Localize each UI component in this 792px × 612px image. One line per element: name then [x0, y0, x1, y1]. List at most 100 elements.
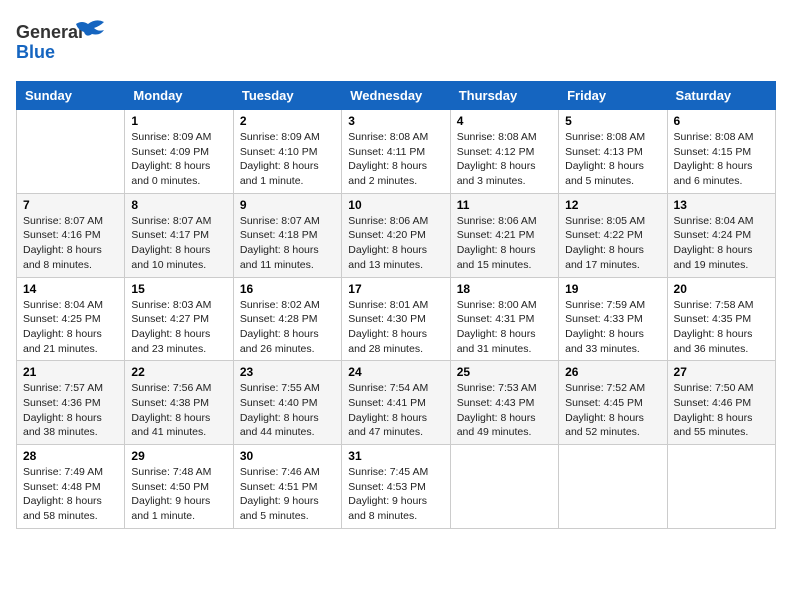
day-number: 1	[131, 114, 226, 128]
day-info: Sunrise: 7:46 AMSunset: 4:51 PMDaylight:…	[240, 465, 335, 524]
day-cell: 26 Sunrise: 7:52 AMSunset: 4:45 PMDayligh…	[559, 361, 667, 445]
weekday-header-sunday: Sunday	[17, 82, 125, 110]
day-cell: 9 Sunrise: 8:07 AMSunset: 4:18 PMDaylight…	[233, 193, 341, 277]
day-number: 15	[131, 282, 226, 296]
day-info: Sunrise: 7:49 AMSunset: 4:48 PMDaylight:…	[23, 465, 118, 524]
day-cell: 7 Sunrise: 8:07 AMSunset: 4:16 PMDaylight…	[17, 193, 125, 277]
weekday-header-monday: Monday	[125, 82, 233, 110]
day-info: Sunrise: 8:04 AMSunset: 4:24 PMDaylight:…	[674, 214, 769, 273]
day-number: 24	[348, 365, 443, 379]
day-info: Sunrise: 8:07 AMSunset: 4:18 PMDaylight:…	[240, 214, 335, 273]
day-number: 6	[674, 114, 769, 128]
day-cell: 20Sunrise: 7:58 AMSunset: 4:35 PMDayligh…	[667, 277, 775, 361]
day-number: 22	[131, 365, 226, 379]
day-cell: 27 Sunrise: 7:50 AMSunset: 4:46 PMDayligh…	[667, 361, 775, 445]
day-cell: 28 Sunrise: 7:49 AMSunset: 4:48 PMDayligh…	[17, 445, 125, 529]
day-info: Sunrise: 8:09 AMSunset: 4:09 PMDaylight:…	[131, 130, 226, 189]
day-number: 10	[348, 198, 443, 212]
day-number: 28	[23, 449, 118, 463]
day-info: Sunrise: 8:03 AMSunset: 4:27 PMDaylight:…	[131, 298, 226, 357]
svg-text:Blue: Blue	[16, 42, 55, 62]
day-cell: 31 Sunrise: 7:45 AMSunset: 4:53 PMDayligh…	[342, 445, 450, 529]
day-number: 29	[131, 449, 226, 463]
day-number: 8	[131, 198, 226, 212]
weekday-header-tuesday: Tuesday	[233, 82, 341, 110]
day-cell: 10 Sunrise: 8:06 AMSunset: 4:20 PMDayligh…	[342, 193, 450, 277]
day-number: 23	[240, 365, 335, 379]
day-info: Sunrise: 8:02 AMSunset: 4:28 PMDaylight:…	[240, 298, 335, 357]
day-cell: 11 Sunrise: 8:06 AMSunset: 4:21 PMDayligh…	[450, 193, 558, 277]
day-cell: 21 Sunrise: 7:57 AMSunset: 4:36 PMDayligh…	[17, 361, 125, 445]
day-number: 4	[457, 114, 552, 128]
day-cell: 15 Sunrise: 8:03 AMSunset: 4:27 PMDayligh…	[125, 277, 233, 361]
day-number: 17	[348, 282, 443, 296]
day-cell: 3Sunrise: 8:08 AMSunset: 4:11 PMDaylight…	[342, 110, 450, 194]
day-number: 9	[240, 198, 335, 212]
day-info: Sunrise: 8:07 AMSunset: 4:16 PMDaylight:…	[23, 214, 118, 273]
day-cell: 18 Sunrise: 8:00 AMSunset: 4:31 PMDayligh…	[450, 277, 558, 361]
day-cell: 5 Sunrise: 8:08 AMSunset: 4:13 PMDaylight…	[559, 110, 667, 194]
day-cell: 13 Sunrise: 8:04 AMSunset: 4:24 PMDayligh…	[667, 193, 775, 277]
day-info: Sunrise: 7:57 AMSunset: 4:36 PMDaylight:…	[23, 381, 118, 440]
day-info: Sunrise: 8:08 AMSunset: 4:13 PMDaylight:…	[565, 130, 660, 189]
weekday-header-row: SundayMondayTuesdayWednesdayThursdayFrid…	[17, 82, 776, 110]
day-number: 31	[348, 449, 443, 463]
day-info: Sunrise: 7:58 AMSunset: 4:35 PMDaylight:…	[674, 298, 769, 357]
day-number: 26	[565, 365, 660, 379]
week-row-2: 7 Sunrise: 8:07 AMSunset: 4:16 PMDaylight…	[17, 193, 776, 277]
week-row-5: 28 Sunrise: 7:49 AMSunset: 4:48 PMDayligh…	[17, 445, 776, 529]
day-cell	[450, 445, 558, 529]
day-cell	[559, 445, 667, 529]
day-cell: 6 Sunrise: 8:08 AMSunset: 4:15 PMDaylight…	[667, 110, 775, 194]
day-number: 3	[348, 114, 443, 128]
day-info: Sunrise: 8:06 AMSunset: 4:20 PMDaylight:…	[348, 214, 443, 273]
week-row-1: 1 Sunrise: 8:09 AMSunset: 4:09 PMDaylight…	[17, 110, 776, 194]
day-info: Sunrise: 8:01 AMSunset: 4:30 PMDaylight:…	[348, 298, 443, 357]
day-info: Sunrise: 8:00 AMSunset: 4:31 PMDaylight:…	[457, 298, 552, 357]
day-cell: 2 Sunrise: 8:09 AMSunset: 4:10 PMDaylight…	[233, 110, 341, 194]
day-info: Sunrise: 8:07 AMSunset: 4:17 PMDaylight:…	[131, 214, 226, 273]
day-number: 18	[457, 282, 552, 296]
day-cell: 24 Sunrise: 7:54 AMSunset: 4:41 PMDayligh…	[342, 361, 450, 445]
day-number: 11	[457, 198, 552, 212]
day-info: Sunrise: 8:06 AMSunset: 4:21 PMDaylight:…	[457, 214, 552, 273]
day-info: Sunrise: 8:09 AMSunset: 4:10 PMDaylight:…	[240, 130, 335, 189]
day-cell: 30 Sunrise: 7:46 AMSunset: 4:51 PMDayligh…	[233, 445, 341, 529]
day-number: 30	[240, 449, 335, 463]
day-cell: 19 Sunrise: 7:59 AMSunset: 4:33 PMDayligh…	[559, 277, 667, 361]
day-cell: 25Sunrise: 7:53 AMSunset: 4:43 PMDayligh…	[450, 361, 558, 445]
day-cell: 1 Sunrise: 8:09 AMSunset: 4:09 PMDaylight…	[125, 110, 233, 194]
day-number: 12	[565, 198, 660, 212]
day-cell: 22Sunrise: 7:56 AMSunset: 4:38 PMDayligh…	[125, 361, 233, 445]
calendar-table: SundayMondayTuesdayWednesdayThursdayFrid…	[16, 81, 776, 529]
page-header: General Blue	[16, 16, 776, 71]
svg-text:General: General	[16, 22, 83, 42]
day-info: Sunrise: 7:52 AMSunset: 4:45 PMDaylight:…	[565, 381, 660, 440]
day-number: 5	[565, 114, 660, 128]
day-info: Sunrise: 7:54 AMSunset: 4:41 PMDaylight:…	[348, 381, 443, 440]
day-info: Sunrise: 7:50 AMSunset: 4:46 PMDaylight:…	[674, 381, 769, 440]
weekday-header-thursday: Thursday	[450, 82, 558, 110]
day-number: 7	[23, 198, 118, 212]
week-row-4: 21 Sunrise: 7:57 AMSunset: 4:36 PMDayligh…	[17, 361, 776, 445]
day-number: 27	[674, 365, 769, 379]
day-number: 21	[23, 365, 118, 379]
day-cell: 17 Sunrise: 8:01 AMSunset: 4:30 PMDayligh…	[342, 277, 450, 361]
day-info: Sunrise: 8:08 AMSunset: 4:15 PMDaylight:…	[674, 130, 769, 189]
day-info: Sunrise: 8:05 AMSunset: 4:22 PMDaylight:…	[565, 214, 660, 273]
day-cell: 16 Sunrise: 8:02 AMSunset: 4:28 PMDayligh…	[233, 277, 341, 361]
day-info: Sunrise: 7:48 AMSunset: 4:50 PMDaylight:…	[131, 465, 226, 524]
day-cell: 29 Sunrise: 7:48 AMSunset: 4:50 PMDayligh…	[125, 445, 233, 529]
weekday-header-wednesday: Wednesday	[342, 82, 450, 110]
day-info: Sunrise: 7:45 AMSunset: 4:53 PMDaylight:…	[348, 465, 443, 524]
day-cell: 14Sunrise: 8:04 AMSunset: 4:25 PMDayligh…	[17, 277, 125, 361]
day-number: 2	[240, 114, 335, 128]
logo-svg: General Blue	[16, 16, 116, 71]
day-info: Sunrise: 7:59 AMSunset: 4:33 PMDaylight:…	[565, 298, 660, 357]
day-cell: 4Sunrise: 8:08 AMSunset: 4:12 PMDaylight…	[450, 110, 558, 194]
day-number: 16	[240, 282, 335, 296]
day-number: 19	[565, 282, 660, 296]
day-number: 13	[674, 198, 769, 212]
day-number: 25	[457, 365, 552, 379]
day-info: Sunrise: 8:04 AMSunset: 4:25 PMDaylight:…	[23, 298, 118, 357]
